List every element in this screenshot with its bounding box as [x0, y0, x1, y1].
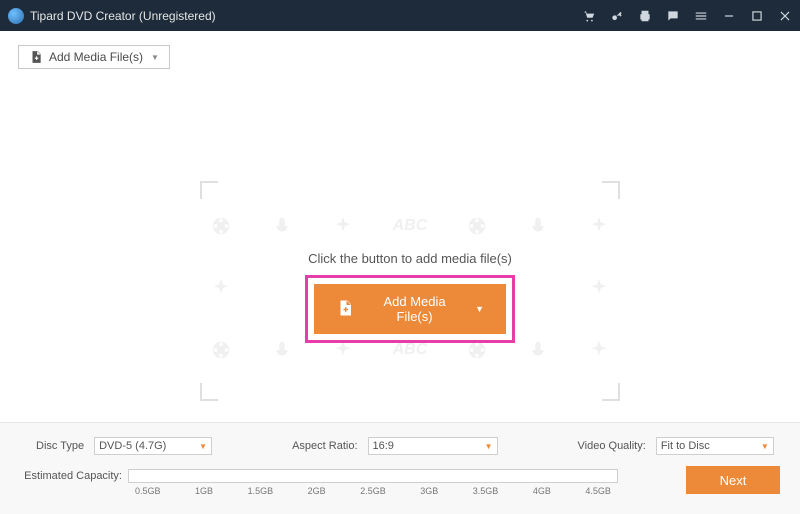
- tick: 2GB: [308, 486, 326, 496]
- film-icon: [210, 215, 232, 237]
- add-media-big-label: Add Media File(s): [364, 294, 465, 324]
- tick: 0.5GB: [135, 486, 161, 496]
- add-media-big-button[interactable]: Add Media File(s) ▼: [314, 284, 506, 334]
- tick: 2.5GB: [360, 486, 386, 496]
- add-file-icon: [29, 50, 43, 64]
- tick: 3GB: [420, 486, 438, 496]
- print-icon[interactable]: [638, 9, 652, 23]
- main-area: Add Media File(s) ▼ ABC ABC: [0, 31, 800, 422]
- close-icon[interactable]: [778, 9, 792, 23]
- dropzone: ABC ABC Click the button to add media fi…: [200, 181, 620, 401]
- mic-icon: [271, 339, 293, 361]
- mic-icon: [271, 215, 293, 237]
- titlebar: Tipard DVD Creator (Unregistered): [0, 0, 800, 31]
- add-media-button[interactable]: Add Media File(s) ▼: [18, 45, 170, 69]
- video-quality-label: Video Quality:: [578, 440, 646, 452]
- chevron-down-icon: ▼: [485, 442, 493, 451]
- logo-icon: [8, 8, 24, 24]
- disc-type-label: Disc Type: [36, 440, 84, 452]
- chevron-down-icon: ▼: [761, 442, 769, 451]
- capacity-ticks: 0.5GB 1GB 1.5GB 2GB 2.5GB 3GB 3.5GB 4GB …: [129, 486, 617, 496]
- mic-icon: [527, 339, 549, 361]
- tick: 3.5GB: [473, 486, 499, 496]
- menu-icon[interactable]: [694, 9, 708, 23]
- chevron-down-icon: ▼: [199, 442, 207, 451]
- ghost-row: ABC: [210, 215, 610, 237]
- highlight-frame: Add Media File(s) ▼: [305, 275, 515, 343]
- chevron-down-icon: ▼: [151, 53, 159, 62]
- app-logo: Tipard DVD Creator (Unregistered): [8, 8, 216, 24]
- next-label: Next: [720, 473, 747, 488]
- minimize-icon[interactable]: [722, 9, 736, 23]
- add-file-icon: [336, 299, 354, 320]
- capacity-label: Estimated Capacity:: [18, 470, 128, 482]
- bottom-bar: Disc Type DVD-5 (4.7G) ▼ Aspect Ratio: 1…: [0, 422, 800, 514]
- sparkle-icon: [588, 339, 610, 361]
- capacity-track: 0.5GB 1GB 1.5GB 2GB 2.5GB 3GB 3.5GB 4GB …: [128, 469, 618, 483]
- maximize-icon[interactable]: [750, 9, 764, 23]
- sparkle-icon: [332, 215, 354, 237]
- abc-label: ABC: [393, 217, 428, 235]
- key-icon[interactable]: [610, 9, 624, 23]
- cart-icon[interactable]: [582, 9, 596, 23]
- options-row: Disc Type DVD-5 (4.7G) ▼ Aspect Ratio: 1…: [18, 437, 782, 455]
- corner-decor: [200, 181, 218, 199]
- film-icon: [466, 215, 488, 237]
- corner-decor: [602, 181, 620, 199]
- chevron-down-icon: ▼: [475, 304, 484, 314]
- capacity-row: Estimated Capacity: 0.5GB 1GB 1.5GB 2GB …: [18, 469, 782, 483]
- tick: 1.5GB: [248, 486, 274, 496]
- app-title: Tipard DVD Creator (Unregistered): [30, 9, 216, 23]
- abc-label: ABC: [393, 341, 428, 359]
- add-media-label: Add Media File(s): [49, 50, 143, 64]
- dropzone-prompt: Click the button to add media file(s): [200, 251, 620, 266]
- next-button[interactable]: Next: [686, 466, 780, 494]
- disc-type-value: DVD-5 (4.7G): [99, 440, 166, 452]
- aspect-ratio-value: 16:9: [373, 440, 394, 452]
- tick: 4.5GB: [585, 486, 611, 496]
- corner-decor: [602, 383, 620, 401]
- disc-type-select[interactable]: DVD-5 (4.7G) ▼: [94, 437, 212, 455]
- sparkle-icon: [588, 215, 610, 237]
- video-quality-select[interactable]: Fit to Disc ▼: [656, 437, 774, 455]
- corner-decor: [200, 383, 218, 401]
- mic-icon: [527, 215, 549, 237]
- aspect-ratio-label: Aspect Ratio:: [292, 440, 357, 452]
- sparkle-icon: [210, 277, 232, 299]
- aspect-ratio-select[interactable]: 16:9 ▼: [368, 437, 498, 455]
- sparkle-icon: [588, 277, 610, 299]
- chat-icon[interactable]: [666, 9, 680, 23]
- tick: 1GB: [195, 486, 213, 496]
- titlebar-actions: [582, 9, 792, 23]
- video-quality-value: Fit to Disc: [661, 440, 710, 452]
- tick: 4GB: [533, 486, 551, 496]
- film-icon: [210, 339, 232, 361]
